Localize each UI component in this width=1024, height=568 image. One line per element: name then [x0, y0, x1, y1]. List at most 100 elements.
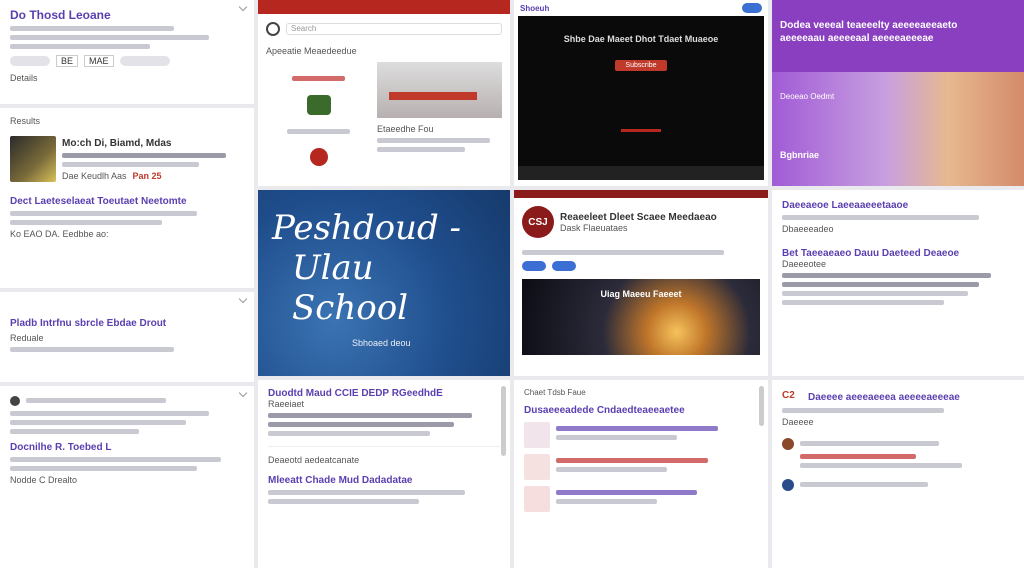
text-line: [292, 76, 345, 81]
text-line: [10, 220, 163, 225]
sky-image[interactable]: Uiag Maeeu Faeeet: [522, 279, 760, 355]
list-thumbnail[interactable]: [524, 486, 550, 512]
text-line: [26, 398, 167, 403]
item-thumbnail[interactable]: [10, 136, 56, 182]
section3-title[interactable]: Docnilhe R. Toebed L: [10, 442, 244, 453]
section-title[interactable]: Dect Laeteselaeat Toeutaet Neetomte: [10, 196, 244, 207]
item-sub: Dae Keudlh Aas: [62, 170, 127, 181]
text-line: [10, 26, 174, 31]
avatar[interactable]: [782, 437, 794, 450]
tag-be[interactable]: BE: [56, 55, 79, 67]
list-panel: Docnilhe R. Toebed L Nodde C Drealto: [0, 386, 254, 568]
video-controls[interactable]: [518, 166, 764, 180]
toggle-button[interactable]: [742, 3, 762, 13]
text-line: [10, 429, 139, 434]
text-line: [62, 152, 226, 158]
comment-meta: Daeeee: [782, 417, 814, 427]
hero-line2: Ulau School: [292, 248, 409, 328]
profile-panel: Do Thosd Leoane BE MAE Details: [0, 0, 254, 104]
subscribe-button[interactable]: Subscribe: [615, 60, 667, 71]
promo-badge[interactable]: CSJ: [522, 206, 554, 238]
chevron-down-icon[interactable]: [238, 294, 248, 304]
card-title[interactable]: Daeeaeoe Laeeaaeeetaaoe: [782, 200, 1014, 211]
promo-title[interactable]: Reaeeleet Dleet Scaee Meedaeao: [560, 212, 717, 223]
progress-bar[interactable]: [621, 129, 661, 132]
item-title[interactable]: Mo:ch Di, Biamd, Mdas: [62, 138, 244, 149]
text-line: [782, 282, 980, 287]
text-line: [268, 413, 473, 418]
text-line: [782, 291, 968, 296]
text-line: [377, 147, 465, 152]
promo-sub: Dask Flaeuataes: [560, 222, 628, 233]
card-sub: Dbaeeeadeo: [782, 224, 834, 234]
text-line: [268, 490, 466, 495]
top-bar: [514, 190, 768, 198]
panel-title[interactable]: Do Thosd Leoane: [10, 8, 244, 22]
overlay-bar: [389, 92, 477, 100]
articles-panel: Duodtd Maud CCIE DEDP RGeedhdE Raeeiaet …: [258, 380, 510, 568]
banner-line1: Dodea veeeal teaeeelty aeeeeaeeaeto: [780, 20, 958, 31]
article-panel: Daeeaeoe Laeeaaeeetaaoe Dbaeeeadeo Bet T…: [772, 190, 1024, 376]
hero-line1: Peshdoud -: [272, 208, 462, 248]
column-4: Dodea veeeal teaeeelty aeeeeaeeaeto aeee…: [772, 0, 1024, 568]
text-line: [10, 457, 221, 462]
action-button[interactable]: [522, 261, 546, 271]
comment-title[interactable]: Daeeee aeeeaeeea aeeeeaeeeae: [808, 392, 960, 403]
promo-panel: CSJ Reaeeleet Dleet Scaee Meedaeao Dask …: [514, 190, 768, 376]
product-icon[interactable]: [309, 148, 328, 166]
card2-sub: Raeeiaet: [268, 399, 305, 409]
tab-label[interactable]: Shoeuh: [520, 4, 549, 13]
section2-title[interactable]: Pladb Intrfnu sbrcle Ebdae Drout: [10, 318, 244, 329]
logo-icon[interactable]: [266, 22, 280, 36]
text-line: [800, 482, 928, 487]
list-title[interactable]: Dusaeeeadede Cndaedteaeeaetee: [524, 405, 758, 416]
text-line: [556, 458, 708, 463]
text-line: [782, 215, 980, 220]
text-line: [10, 35, 209, 40]
text-line: [10, 211, 198, 216]
text-line: [556, 467, 668, 472]
text-line: [10, 420, 186, 425]
feed-title: Apeeatie Meaedeedue: [266, 46, 357, 56]
tag-mae[interactable]: MAE: [84, 55, 114, 67]
card2-title[interactable]: Duodtd Maud CCIE DEDP RGeedhdE: [268, 388, 500, 399]
section2-sub: Reduale: [10, 333, 44, 343]
avatar[interactable]: [782, 478, 794, 491]
scrollbar[interactable]: [501, 386, 506, 456]
text-line: [268, 422, 454, 427]
tag-pill[interactable]: [10, 56, 50, 66]
text-line: [800, 463, 963, 468]
list-panel: Chaet Tdsb Faue Dusaeeeadede Cndaedteaee…: [514, 380, 768, 568]
text-line: [268, 499, 419, 504]
comment-badge[interactable]: C2: [782, 390, 802, 404]
text-line: [268, 431, 431, 436]
card3-title[interactable]: Mleeatt Chade Mud Dadadatae: [268, 475, 500, 486]
product-icon[interactable]: [306, 95, 331, 115]
card-image[interactable]: [377, 62, 502, 118]
text-line: [10, 44, 151, 49]
feed-panel: Results Mo:ch Di, Biamd, Mdas Dae Keudlh…: [0, 108, 254, 288]
column-2: Search Apeeatie Meaedeedue Etaeedhe Fou …: [258, 0, 510, 568]
tag-pill[interactable]: [119, 56, 170, 66]
text-line: [556, 490, 698, 495]
video-frame[interactable]: Shbe Dae Maeet Dhot Tdaet Muaeoe Subscri…: [518, 16, 764, 166]
list-thumbnail[interactable]: [524, 454, 550, 480]
purple-banner[interactable]: Dodea veeeal teaeeelty aeeeeaeeaeto aeee…: [772, 0, 1024, 186]
scrollbar[interactable]: [759, 386, 764, 426]
search-input[interactable]: Search: [286, 23, 502, 35]
text-line: [10, 347, 174, 352]
banner-footer: Bgbnriae: [780, 150, 820, 160]
list-header: Chaet Tdsb Faue: [524, 388, 586, 397]
text-line: [287, 129, 350, 134]
comments-panel: C2 Daeeee aeeeaeeea aeeeeaeeeae Daeeee: [772, 380, 1024, 568]
hero-sub: Sbhoaed deou: [352, 338, 411, 348]
avatar[interactable]: [10, 395, 20, 406]
more-link[interactable]: Details: [10, 73, 244, 83]
section-title[interactable]: Bet Taeeaeaeo Dauu Daeteed Deaeoe: [782, 248, 1014, 259]
column-3: Shoeuh Shbe Dae Maeet Dhot Tdaet Muaeoe …: [514, 0, 768, 568]
video-panel: Shoeuh Shbe Dae Maeet Dhot Tdaet Muaeoe …: [514, 0, 768, 186]
card-caption: Etaeedhe Fou: [377, 124, 434, 134]
hero-panel[interactable]: Peshdoud - Ulau School Sbhoaed deou: [258, 190, 510, 376]
action-button[interactable]: [552, 261, 576, 271]
list-thumbnail[interactable]: [524, 422, 550, 448]
